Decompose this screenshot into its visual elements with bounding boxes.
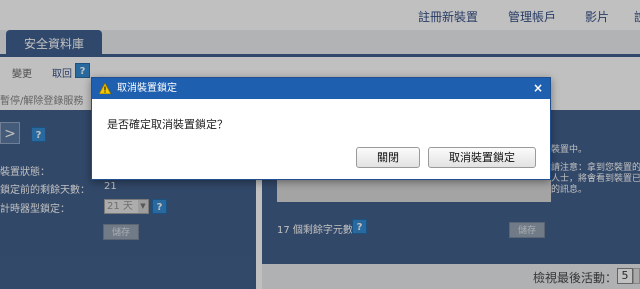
dialog-title: 取消裝置鎖定 bbox=[117, 83, 177, 94]
dialog-message: 是否確定取消裝置鎖定？ bbox=[107, 118, 228, 131]
warning-icon bbox=[99, 83, 111, 94]
close-button[interactable]: 關閉 bbox=[356, 147, 420, 168]
cancel-lock-dialog: 取消裝置鎖定 × 是否確定取消裝置鎖定？ 關閉 取消裝置鎖定 bbox=[91, 77, 551, 180]
cancel-lock-button[interactable]: 取消裝置鎖定 bbox=[428, 147, 536, 168]
close-icon[interactable]: × bbox=[533, 78, 543, 99]
page: 註冊新裝置 管理帳戶 影片 說 安全資料庫 變更 取回 ? 暫停/解除登錄服務 … bbox=[0, 0, 640, 289]
dialog-title-bar: 取消裝置鎖定 × bbox=[92, 78, 550, 99]
